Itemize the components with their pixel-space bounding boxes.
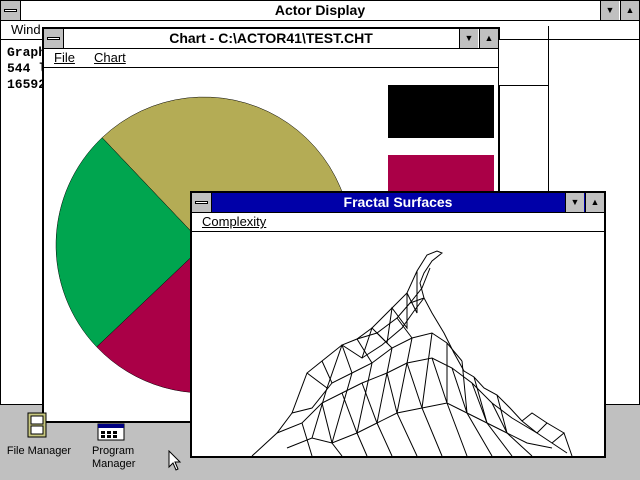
fractal-titlebar[interactable]: Fractal Surfaces ▼ ▲: [192, 193, 604, 213]
menu-file[interactable]: File: [54, 49, 75, 67]
program-manager-icon: [97, 423, 125, 441]
maximize-button[interactable]: ▲: [620, 1, 639, 20]
fractal-window[interactable]: Fractal Surfaces ▼ ▲ Complexity: [190, 191, 606, 458]
fractal-surface: [251, 250, 573, 456]
minimize-button[interactable]: ▼: [600, 1, 619, 20]
file-manager-label[interactable]: File Manager: [4, 445, 74, 458]
menu-window[interactable]: Wind: [11, 21, 41, 39]
window-title: Chart - C:\ACTOR41\TEST.CHT: [169, 30, 373, 46]
actor-output: Graph 544 l 16592: [7, 45, 46, 93]
program-manager-icon[interactable]: [97, 423, 125, 441]
file-manager-icon[interactable]: [26, 411, 48, 439]
system-menu-icon[interactable]: [1, 1, 21, 20]
program-manager-label[interactable]: Program Manager: [78, 445, 144, 471]
actor-display-titlebar[interactable]: Actor Display ▼ ▲: [1, 1, 639, 21]
maximize-button[interactable]: ▲: [479, 29, 498, 48]
menu-chart[interactable]: Chart: [94, 49, 126, 67]
minimize-button[interactable]: ▼: [459, 29, 478, 48]
window-title: Actor Display: [274, 2, 366, 18]
mouse-pointer-icon: [168, 450, 182, 471]
maximize-button[interactable]: ▲: [585, 193, 604, 212]
output-line: 16592: [7, 77, 47, 92]
system-menu-icon[interactable]: [44, 29, 64, 48]
actor-side-pane: [498, 40, 549, 86]
output-line: 544 l: [7, 61, 47, 76]
file-cabinet-icon: [27, 412, 47, 438]
system-menu-icon[interactable]: [192, 193, 212, 212]
output-line: Graph: [7, 45, 47, 60]
minimize-button[interactable]: ▼: [565, 193, 584, 212]
window-title: Fractal Surfaces: [343, 194, 453, 210]
fractal-menubar: Complexity: [192, 213, 604, 232]
legend-swatch-black: [388, 85, 494, 138]
chart-titlebar[interactable]: Chart - C:\ACTOR41\TEST.CHT ▼ ▲: [44, 29, 498, 49]
menu-complexity[interactable]: Complexity: [202, 213, 266, 231]
chart-menubar: File Chart: [44, 49, 498, 68]
